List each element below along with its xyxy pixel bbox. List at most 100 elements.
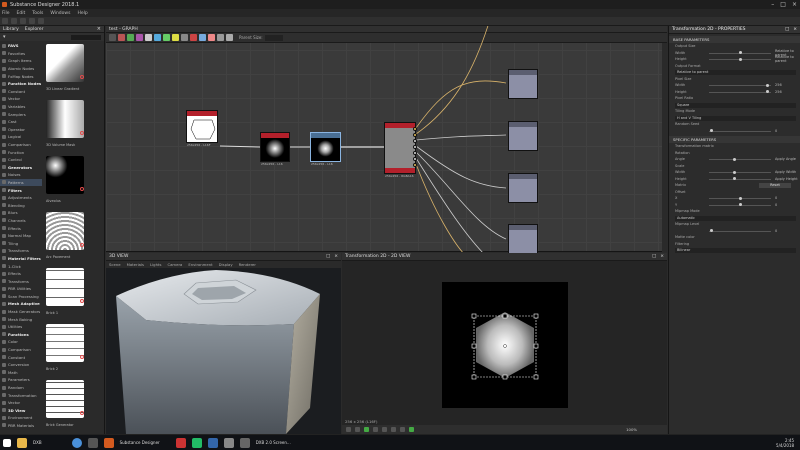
library-tree-item[interactable]: Utilities	[0, 323, 42, 331]
property-dropdown[interactable]: Square	[675, 102, 796, 108]
app-icon[interactable]	[87, 437, 98, 448]
maximize-icon[interactable]: □	[652, 254, 656, 259]
3d-view-menu-item[interactable]: Materials	[127, 262, 144, 267]
output-port[interactable]	[413, 157, 417, 161]
graph-node-material[interactable]: 256x256 - RGBA16	[384, 122, 417, 178]
library-tree-item[interactable]: Transforms	[0, 277, 42, 285]
library-tree-item[interactable]: Normal Map	[0, 232, 42, 240]
new-icon[interactable]	[2, 18, 8, 24]
menu-windows[interactable]: Windows	[50, 11, 70, 16]
property-slider[interactable]	[709, 157, 771, 161]
menu-edit[interactable]: Edit	[17, 11, 26, 16]
library-thumbnail[interactable]: Arc Pavement	[43, 210, 105, 266]
library-tree-item[interactable]: Conversion	[0, 361, 42, 369]
library-thumbnail[interactable]: 3D Volume Mask	[43, 98, 105, 154]
library-tree-item[interactable]: Scan Processing	[0, 293, 42, 301]
tab-library[interactable]: Library	[3, 27, 19, 32]
slider-handle[interactable]	[733, 177, 736, 180]
slider-handle[interactable]	[766, 83, 769, 87]
library-tree-item[interactable]: PBR Materials	[0, 422, 42, 430]
library-tree-item[interactable]: Atomic Nodes	[0, 65, 42, 73]
property-slider[interactable]	[709, 229, 771, 232]
open-icon[interactable]	[11, 18, 17, 24]
app-icon[interactable]	[191, 437, 202, 448]
library-tree-item[interactable]: Mask Generators	[0, 308, 42, 316]
close-icon[interactable]: ×	[793, 27, 797, 32]
property-slider[interactable]	[709, 129, 771, 132]
output-port[interactable]	[413, 151, 417, 155]
library-tree-item[interactable]: Mesh Adaptive	[0, 300, 42, 308]
library-tree-item[interactable]: Generators	[0, 164, 42, 172]
view-tool-icon[interactable]	[391, 427, 396, 432]
close-icon[interactable]: ×	[660, 254, 664, 259]
2d-view-panel[interactable]: Transformation 2D - 2D VIEW □ × 256 x 25…	[342, 253, 667, 434]
info-icon[interactable]	[80, 411, 84, 415]
library-search-input[interactable]	[71, 34, 101, 40]
view-tool-icon[interactable]	[382, 427, 387, 432]
property-slider[interactable]	[709, 83, 771, 87]
library-tree-item[interactable]: Function	[0, 148, 42, 156]
library-tree-item[interactable]: Vector	[0, 399, 42, 407]
taskbar-item[interactable]: DXB	[33, 440, 42, 445]
2d-view-canvas[interactable]	[442, 282, 568, 408]
library-tree-item[interactable]: Samplers	[0, 110, 42, 118]
library-tree-item[interactable]: PBR Utilities	[0, 285, 42, 293]
library-tree-item[interactable]: 3D View	[0, 407, 42, 415]
library-tree-item[interactable]: Parameters	[0, 376, 42, 384]
info-icon[interactable]	[80, 243, 84, 247]
library-tree-item[interactable]: Tiling	[0, 239, 42, 247]
graph-node-output[interactable]	[508, 121, 538, 151]
view-tool-icon[interactable]	[373, 427, 378, 432]
library-tree-item[interactable]: Adjustments	[0, 194, 42, 202]
undo-icon[interactable]	[29, 18, 35, 24]
property-dropdown[interactable]: Relative to parent	[675, 70, 796, 75]
app-icon[interactable]	[207, 437, 218, 448]
output-port[interactable]	[413, 133, 417, 137]
filter-icon[interactable]: ▾	[3, 34, 6, 40]
taskbar-item[interactable]: Substance Designer	[120, 440, 160, 445]
menu-tools[interactable]: Tools	[32, 11, 43, 16]
slider-handle[interactable]	[739, 57, 742, 61]
graph-node-transformation-2d[interactable]: 256x256 - L16	[310, 132, 341, 166]
property-slider[interactable]	[709, 196, 771, 200]
library-tree-item[interactable]: Comparison	[0, 141, 42, 149]
library-tree-item[interactable]: Functions	[0, 331, 42, 339]
properties-section-header[interactable]: BASE PARAMETERS	[669, 36, 800, 43]
slider-handle[interactable]	[733, 170, 736, 174]
3d-view-menu-item[interactable]: Scene	[109, 262, 121, 267]
property-value[interactable]: 0	[775, 129, 777, 133]
library-tree-item[interactable]: Channels	[0, 217, 42, 225]
output-port[interactable]	[413, 127, 417, 131]
library-tree-item[interactable]: Random	[0, 384, 42, 392]
app-icon[interactable]	[175, 437, 186, 448]
view-tool-icon[interactable]	[346, 427, 351, 432]
view-tool-icon[interactable]	[355, 427, 360, 432]
property-value[interactable]: Apply Height	[775, 177, 798, 181]
maximize-icon[interactable]: □	[780, 1, 786, 8]
tab-explorer[interactable]: Explorer	[25, 27, 44, 32]
library-tree-item[interactable]: Filters	[0, 186, 42, 194]
system-clock[interactable]: 2:45 5/4/2018	[776, 438, 794, 448]
property-dropdown[interactable]: H and V Tiling	[675, 115, 796, 121]
slider-handle[interactable]	[739, 203, 742, 206]
property-slider[interactable]	[709, 90, 771, 93]
library-tree-item[interactable]: Logical	[0, 133, 42, 141]
property-slider[interactable]	[709, 203, 771, 206]
output-port[interactable]	[413, 163, 417, 167]
slider-handle[interactable]	[710, 229, 714, 232]
library-tree-item[interactable]: Effects	[0, 224, 42, 232]
view-tool-icon[interactable]	[400, 427, 405, 432]
property-slider[interactable]	[709, 177, 771, 180]
property-value[interactable]: Apply Angle	[775, 157, 796, 161]
maximize-icon[interactable]: □	[785, 27, 789, 32]
slider-handle[interactable]	[733, 157, 736, 161]
maximize-icon[interactable]: □	[326, 254, 330, 259]
property-slider[interactable]	[709, 51, 771, 54]
view-tool-icon[interactable]	[364, 427, 369, 432]
file-explorer-icon[interactable]	[17, 437, 27, 448]
library-thumbnail[interactable]: 3D Linear Gradient	[43, 42, 105, 98]
library-thumbnail[interactable]: Brick 2	[43, 322, 105, 378]
library-tree-item[interactable]: Vector	[0, 95, 42, 103]
property-dropdown[interactable]: Bilinear	[675, 248, 796, 253]
menu-help[interactable]: Help	[77, 11, 87, 16]
